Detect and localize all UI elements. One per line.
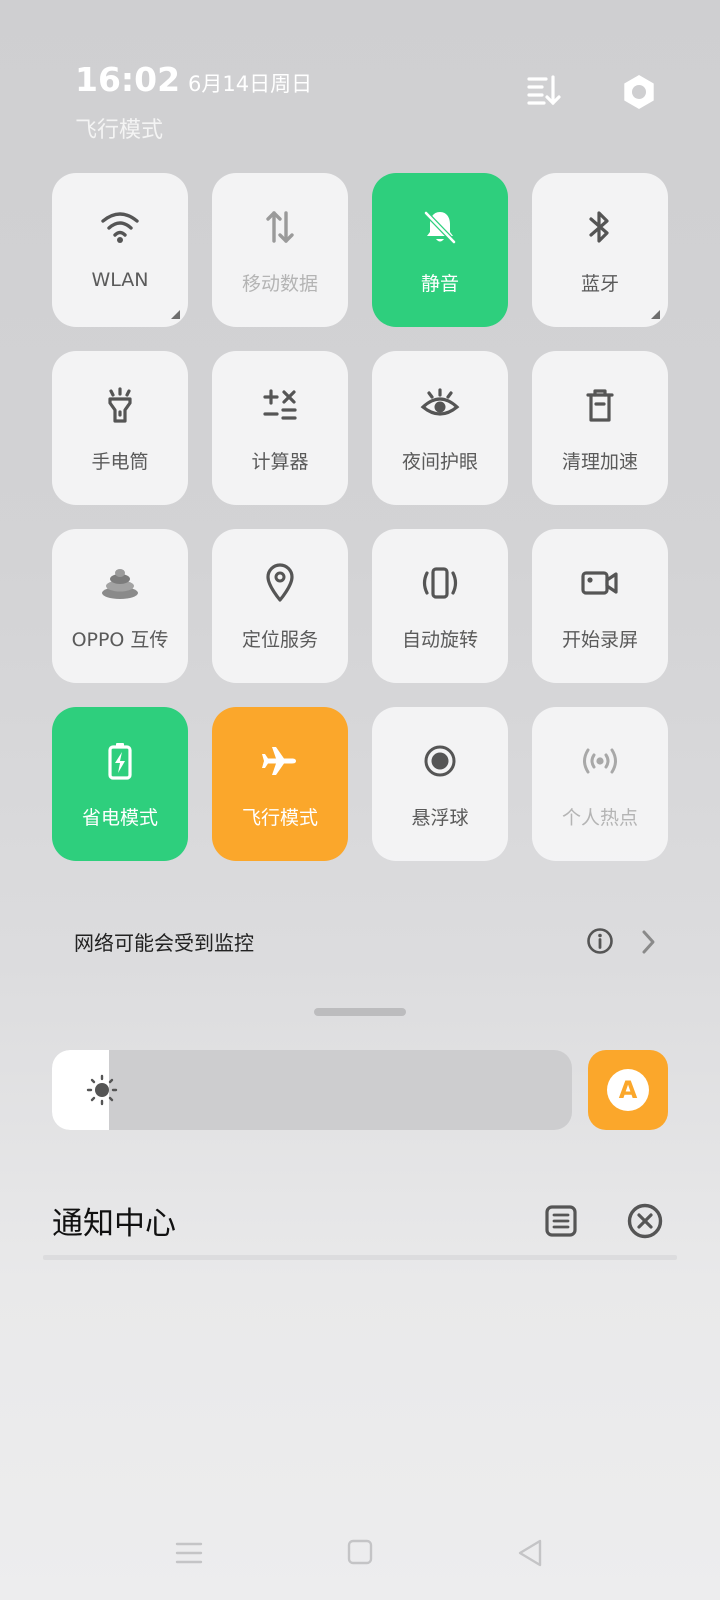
clear-all-icon[interactable] [626,1202,664,1240]
eye-icon [420,388,460,416]
airplane-icon [262,747,296,775]
expand-corner-icon [651,310,660,319]
clock-time: 16:02 [75,60,181,99]
airplane-mode-status: 飞行模式 [75,118,164,143]
tile-label: 手电筒 [91,451,149,473]
tile-oppo-share[interactable]: OPPO 互传 [52,529,188,683]
flashlight-icon [108,387,132,423]
mute-bell-icon [424,211,456,244]
tile-screen-record[interactable]: 开始录屏 [532,529,668,683]
chevron-right-icon[interactable] [638,929,658,955]
info-icon[interactable] [586,927,614,955]
tile-bluetooth[interactable]: 蓝牙 [532,173,668,327]
tile-label: 夜间护眼 [401,451,478,473]
tile-label: 蓝牙 [580,273,619,295]
edit-tiles-icon[interactable] [526,72,562,108]
tile-label: 定位服务 [241,629,318,651]
brightness-slider[interactable] [52,1050,572,1130]
expand-corner-icon [171,310,180,319]
tile-label: 移动数据 [241,273,318,295]
tile-flashlight[interactable]: 手电筒 [52,351,188,505]
tile-label: 飞行模式 [241,807,318,829]
nav-back-icon[interactable] [516,1538,544,1568]
notification-manage-icon[interactable] [544,1204,578,1238]
brightness-sun-icon [86,1074,118,1106]
auto-brightness-label: A [607,1069,649,1111]
tile-mobile-data[interactable]: 移动数据 [212,173,348,327]
settings-icon[interactable] [619,72,659,112]
oppo-share-icon [102,569,138,599]
notification-divider [43,1255,677,1260]
date-label[interactable]: 6月14日周日 [188,68,312,98]
tile-label: 个人热点 [561,807,638,829]
tile-wlan[interactable]: WLAN [52,173,188,327]
mobile-data-icon [266,211,294,243]
tile-label: OPPO 互传 [71,629,169,651]
nav-menu-icon[interactable] [174,1540,204,1566]
tile-label: 静音 [420,273,459,295]
tile-floating-ball[interactable]: 悬浮球 [372,707,508,861]
nav-home-icon[interactable] [347,1539,373,1565]
floating-ball-icon [424,745,456,777]
tile-night-eye[interactable]: 夜间护眼 [372,351,508,505]
notification-center-title: 通知中心 [52,1206,176,1242]
battery-saver-icon [108,743,132,780]
tile-calculator[interactable]: 计算器 [212,351,348,505]
hotspot-icon [583,748,617,774]
tile-airplane-mode[interactable]: 飞行模式 [212,707,348,861]
tile-auto-rotate[interactable]: 自动旋转 [372,529,508,683]
tile-label: 省电模式 [81,807,158,829]
panel-drag-handle[interactable] [314,1008,406,1016]
tile-hotspot[interactable]: 个人热点 [532,707,668,861]
tile-location[interactable]: 定位服务 [212,529,348,683]
network-monitoring-notice[interactable]: 网络可能会受到监控 [74,927,254,956]
calculator-icon [263,389,297,420]
tile-cleanup[interactable]: 清理加速 [532,351,668,505]
location-pin-icon [266,563,294,602]
tile-label: 悬浮球 [411,807,469,829]
tile-mute[interactable]: 静音 [372,173,508,327]
wifi-icon [101,212,139,243]
bluetooth-icon [589,211,609,243]
tile-battery-saver[interactable]: 省电模式 [52,707,188,861]
tile-label: 开始录屏 [561,629,638,651]
tile-label: 清理加速 [561,451,638,473]
tile-label: 自动旋转 [401,629,478,651]
screen-record-icon [581,571,618,595]
tile-label: 计算器 [251,451,309,473]
auto-rotate-icon [422,567,458,599]
auto-brightness-button[interactable]: A [588,1050,668,1130]
tile-label: WLAN [91,269,149,291]
trash-icon [586,389,614,422]
